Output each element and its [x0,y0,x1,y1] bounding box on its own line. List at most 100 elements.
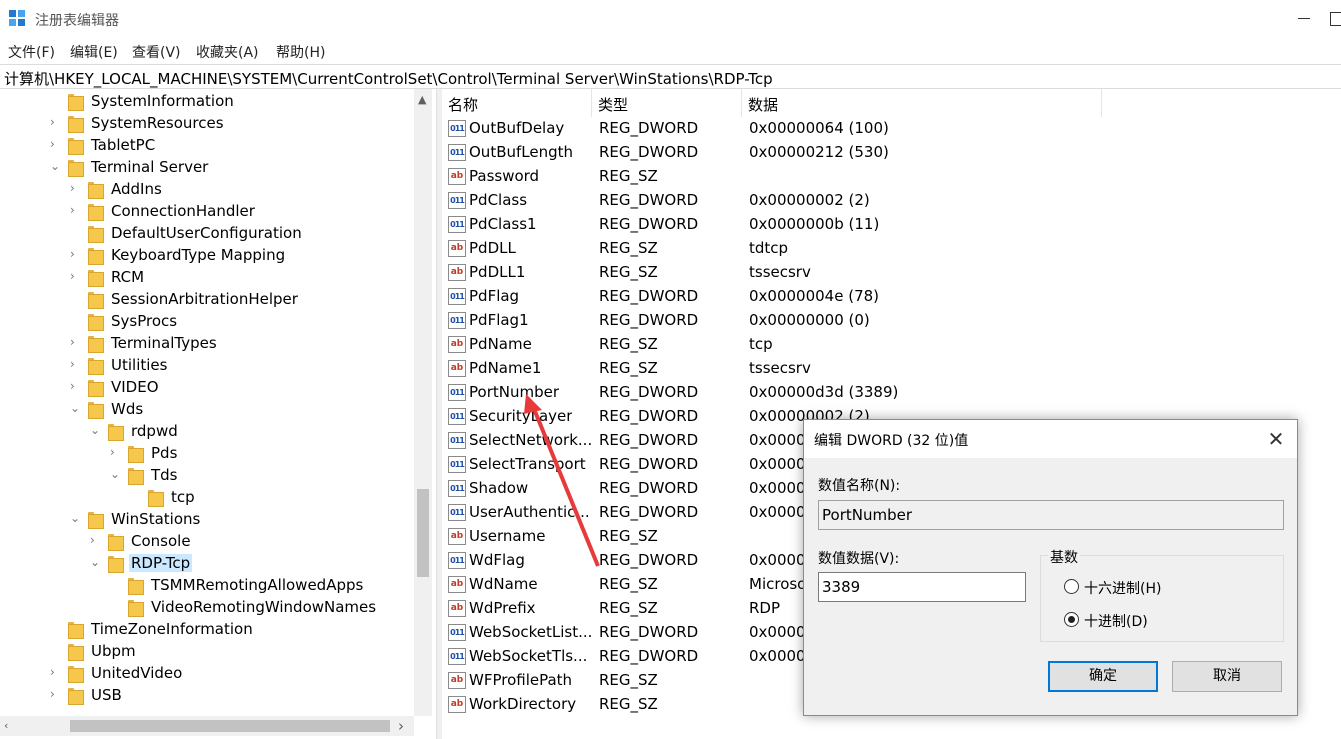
scroll-up-icon[interactable]: ▲ [418,93,426,106]
tree-scroll-thumb[interactable] [417,489,429,577]
chevron-down-icon[interactable]: ⌄ [90,423,104,439]
column-header-name[interactable]: 名称 [442,89,592,117]
tree-item[interactable]: SysProcs [0,311,414,333]
tree-item[interactable]: › VIDEO [0,377,414,399]
tree-item-label: RDP-Tcp [129,554,193,572]
scroll-left-icon[interactable]: ‹ [4,719,8,732]
decimal-radio-label[interactable]: 十进制(D) [1084,611,1148,631]
ok-button[interactable]: 确定 [1048,661,1158,692]
menu-help[interactable]: 帮助(H) [276,42,325,62]
tree-item[interactable]: › TerminalTypes [0,333,414,355]
chevron-right-icon[interactable]: › [70,379,84,395]
value-name-field[interactable]: PortNumber [818,500,1284,530]
value-data-input[interactable]: 3389 [818,572,1026,602]
tree-item[interactable]: SystemInformation [0,91,414,113]
chevron-right-icon[interactable]: › [50,115,64,131]
tree-item[interactable]: › Console [0,531,414,553]
chevron-right-icon[interactable] [70,313,84,329]
tree-item[interactable]: tcp [0,487,414,509]
hex-radio[interactable] [1064,579,1079,594]
chevron-right-icon[interactable]: › [70,203,84,219]
chevron-right-icon[interactable]: › [70,357,84,373]
tree-item[interactable]: › RCM [0,267,414,289]
menu-favorites[interactable]: 收藏夹(A) [196,42,259,62]
tree-item[interactable]: › Pds [0,443,414,465]
tree-item[interactable]: › TabletPC [0,135,414,157]
tree-item[interactable]: ⌄ WinStations [0,509,414,531]
tree-item[interactable]: ⌄ Wds [0,399,414,421]
tree-horizontal-scrollbar[interactable]: ‹ › [0,716,414,736]
chevron-right-icon[interactable]: › [70,181,84,197]
hex-radio-label[interactable]: 十六进制(H) [1084,578,1161,598]
list-item[interactable]: 011 PdFlag1 REG_DWORD 0x00000000 (0) [446,309,1341,333]
list-item[interactable]: 011 OutBufDelay REG_DWORD 0x00000064 (100) [446,117,1341,141]
tree-item[interactable]: › KeyboardType Mapping [0,245,414,267]
tree-item[interactable]: ⌄ Tds [0,465,414,487]
tree-item[interactable]: Ubpm [0,641,414,663]
minimize-icon[interactable] [1298,18,1310,19]
chevron-down-icon[interactable]: ⌄ [70,511,84,527]
chevron-right-icon[interactable] [110,577,124,593]
value-data: Microso [749,575,807,593]
chevron-down-icon[interactable]: ⌄ [50,159,64,175]
chevron-right-icon[interactable]: › [70,247,84,263]
tree-item[interactable]: DefaultUserConfiguration [0,223,414,245]
chevron-right-icon[interactable]: › [90,533,104,549]
chevron-right-icon[interactable] [130,489,144,505]
tree-item[interactable]: ⌄ RDP-Tcp [0,553,414,575]
tree-item[interactable]: › ConnectionHandler [0,201,414,223]
chevron-down-icon[interactable]: ⌄ [90,555,104,571]
column-header-data[interactable]: 数据 [742,89,1102,117]
tree-item[interactable]: › AddIns [0,179,414,201]
decimal-radio[interactable] [1064,612,1079,627]
tree-item[interactable]: ⌄ rdpwd [0,421,414,443]
list-item[interactable]: 011 PdClass1 REG_DWORD 0x0000000b (11) [446,213,1341,237]
chevron-right-icon[interactable] [50,643,64,659]
list-item[interactable]: ab PdDLL REG_SZ tdtcp [446,237,1341,261]
tree-item[interactable]: › SystemResources [0,113,414,135]
tree-item[interactable]: › USB [0,685,414,707]
close-icon[interactable]: ✕ [1264,427,1288,451]
address-bar[interactable]: 计算机\HKEY_LOCAL_MACHINE\SYSTEM\CurrentCon… [0,64,1341,89]
tree-item[interactable]: VideoRemotingWindowNames [0,597,414,619]
column-header-type[interactable]: 类型 [592,89,742,117]
menu-view[interactable]: 查看(V) [132,42,181,62]
tree-item[interactable]: TimeZoneInformation [0,619,414,641]
list-item[interactable]: 011 OutBufLength REG_DWORD 0x00000212 (530) [446,141,1341,165]
tree-item[interactable]: SessionArbitrationHelper [0,289,414,311]
list-item[interactable]: 011 PortNumber REG_DWORD 0x00000d3d (3389) [446,381,1341,405]
chevron-right-icon[interactable]: › [50,665,64,681]
chevron-down-icon[interactable]: ⌄ [70,401,84,417]
chevron-right-icon[interactable]: › [110,445,124,461]
list-item[interactable]: 011 PdClass REG_DWORD 0x00000002 (2) [446,189,1341,213]
chevron-right-icon[interactable] [70,225,84,241]
chevron-right-icon[interactable]: › [50,137,64,153]
list-item[interactable]: 011 PdFlag REG_DWORD 0x0000004e (78) [446,285,1341,309]
tree-item[interactable]: TSMMRemotingAllowedApps [0,575,414,597]
maximize-icon[interactable] [1330,12,1341,26]
list-item[interactable]: ab PdName REG_SZ tcp [446,333,1341,357]
list-item[interactable]: ab PdName1 REG_SZ tssecsrv [446,357,1341,381]
list-item[interactable]: ab Password REG_SZ [446,165,1341,189]
tree-item[interactable]: ⌄ Terminal Server [0,157,414,179]
chevron-right-icon[interactable] [110,599,124,615]
list-item[interactable]: ab PdDLL1 REG_SZ tssecsrv [446,261,1341,285]
tree-item[interactable]: › UnitedVideo [0,663,414,685]
chevron-right-icon[interactable]: › [70,335,84,351]
cancel-button[interactable]: 取消 [1172,661,1282,692]
chevron-right-icon[interactable] [50,93,64,109]
chevron-right-icon[interactable] [50,621,64,637]
folder-icon [68,116,84,133]
chevron-right-icon[interactable] [70,291,84,307]
chevron-down-icon[interactable]: ⌄ [110,467,124,483]
chevron-right-icon[interactable]: › [50,687,64,703]
tree-hscroll-thumb[interactable] [70,720,390,732]
menu-file[interactable]: 文件(F) [8,42,55,62]
chevron-right-icon[interactable]: › [70,269,84,285]
scroll-right-icon[interactable]: › [398,717,404,735]
tree-vertical-scrollbar[interactable]: ▲ [414,89,432,716]
tree-item[interactable]: › Utilities [0,355,414,377]
window-title: 注册表编辑器 [35,13,119,29]
value-type: REG_DWORD [599,407,699,425]
menu-edit[interactable]: 编辑(E) [70,42,118,62]
